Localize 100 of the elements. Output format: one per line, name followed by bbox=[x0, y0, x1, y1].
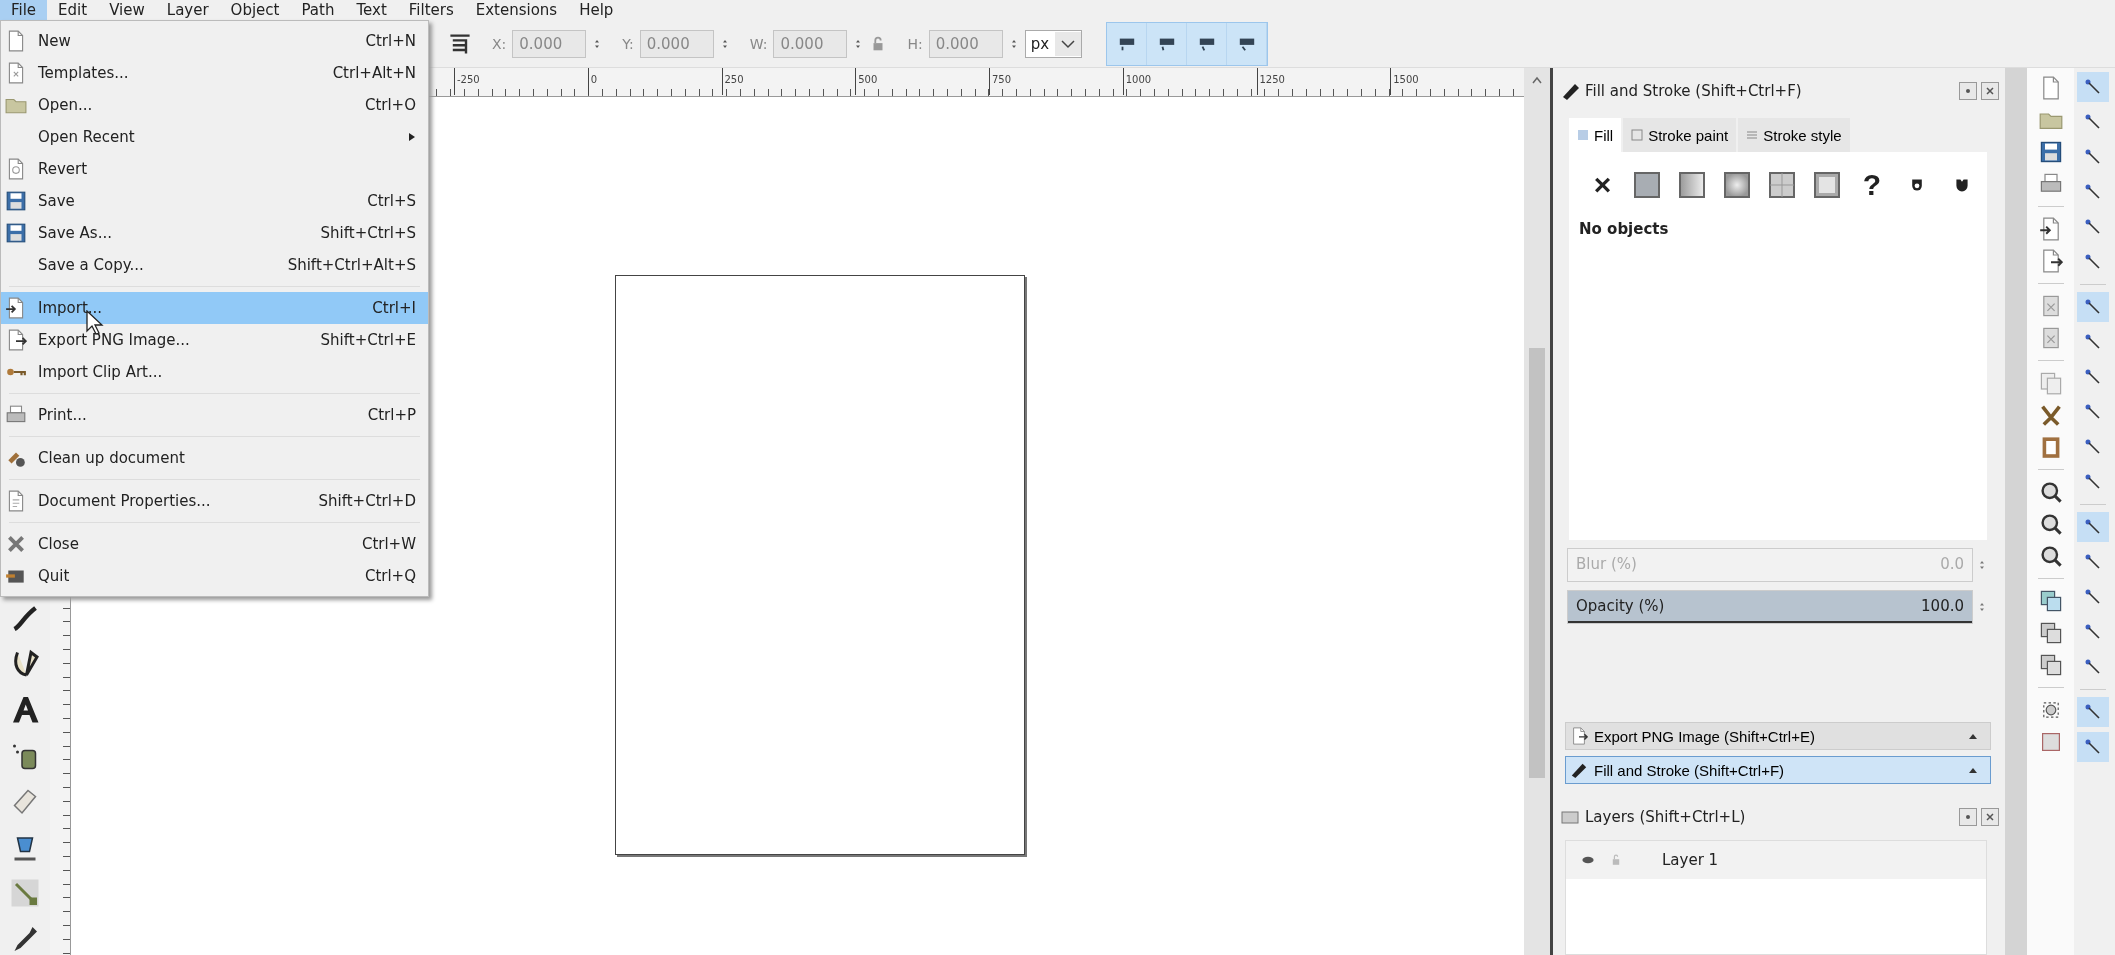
menu-item[interactable]: Quit Ctrl+Q bbox=[1, 560, 428, 592]
save-icon bbox=[5, 222, 27, 244]
dock-tab[interactable]: Export PNG Image (Shift+Ctrl+E) bbox=[1565, 722, 1991, 750]
transform-toggle-button[interactable] bbox=[1147, 22, 1188, 65]
menu-item[interactable]: Edit bbox=[47, 0, 99, 20]
transform-toggle-button[interactable] bbox=[1227, 22, 1268, 65]
menu-item[interactable]: Layer bbox=[155, 0, 220, 20]
menu-item[interactable]: File bbox=[0, 0, 48, 20]
menu-item[interactable]: Object bbox=[219, 0, 291, 20]
vertical-scrollbar[interactable] bbox=[1524, 68, 1550, 955]
scissors-icon[interactable] bbox=[2038, 403, 2063, 427]
iconify-button[interactable] bbox=[1959, 808, 1977, 826]
dock-scrollbar[interactable] bbox=[2005, 68, 2027, 955]
slider-value: 100.0 bbox=[1921, 597, 1964, 615]
close-icon bbox=[5, 533, 27, 555]
zoom-icon[interactable] bbox=[2038, 544, 2063, 568]
menu-item[interactable]: View bbox=[98, 0, 156, 20]
menu-item[interactable]: Save Ctrl+S bbox=[1, 185, 428, 217]
scrollbar-thumb[interactable] bbox=[1529, 348, 1545, 778]
menu-item[interactable]: Text bbox=[345, 0, 398, 20]
slider-label: Blur (%) bbox=[1576, 555, 1637, 573]
swatch-icon bbox=[1678, 171, 1707, 199]
square-icon bbox=[1577, 129, 1589, 141]
panel-tab[interactable]: Stroke style bbox=[1738, 118, 1850, 152]
panel-tab[interactable]: Stroke paint bbox=[1623, 118, 1737, 152]
lines-icon bbox=[1746, 129, 1759, 141]
menu-item[interactable]: Export PNG Image... Shift+Ctrl+E bbox=[1, 324, 428, 356]
close-icon bbox=[1985, 86, 1995, 96]
swatch-icon bbox=[1633, 171, 1662, 199]
pen-icon bbox=[1570, 761, 1588, 779]
menu-item[interactable]: Import... Ctrl+I bbox=[1, 292, 428, 324]
swatch-icon bbox=[1723, 171, 1752, 199]
menu-item[interactable]: Save As... Shift+Ctrl+S bbox=[1, 217, 428, 249]
menu-item[interactable]: Import Clip Art... bbox=[1, 356, 428, 388]
panel-tab[interactable]: Fill bbox=[1569, 118, 1622, 152]
chevron-down-icon bbox=[1055, 31, 1082, 56]
ruler-label: 750 bbox=[989, 68, 1123, 95]
panel-title: Fill and Stroke (Shift+Ctrl+F) bbox=[1585, 82, 1803, 100]
snap-toggle-button[interactable] bbox=[2077, 292, 2109, 322]
save-icon bbox=[5, 190, 27, 212]
clone-icon[interactable] bbox=[2038, 621, 2063, 645]
text-tool-icon[interactable] bbox=[10, 694, 40, 724]
field-label: Y: bbox=[622, 35, 634, 52]
ruler-label: 1250 bbox=[1256, 68, 1391, 95]
menu-item[interactable]: Save a Copy... Shift+Ctrl+Alt+S bbox=[1, 249, 428, 281]
clone-icon[interactable] bbox=[2038, 653, 2063, 677]
snap-toggle-button[interactable] bbox=[2077, 697, 2109, 727]
save-icon[interactable] bbox=[2038, 140, 2063, 164]
layer-name: Layer 1 bbox=[1662, 851, 1719, 869]
paint-type-button[interactable]: ? bbox=[1856, 168, 1888, 202]
menu-item[interactable]: Path bbox=[290, 0, 346, 20]
swatch-icon bbox=[1812, 171, 1841, 199]
dock-tab[interactable]: Fill and Stroke (Shift+Ctrl+F) bbox=[1565, 756, 1991, 784]
menu-item[interactable]: Open Recent bbox=[1, 121, 428, 153]
menu-item[interactable]: Clean up document bbox=[1, 442, 428, 474]
close-icon bbox=[1985, 812, 1995, 822]
fill-stroke-icon bbox=[1561, 81, 1581, 101]
slider[interactable]: Opacity (%) 100.0 bbox=[1567, 590, 1973, 624]
snap-toggle-button[interactable] bbox=[2077, 72, 2109, 102]
field-label: W: bbox=[749, 35, 768, 52]
triangle-up-icon bbox=[1968, 732, 1978, 740]
transform-toggle-button[interactable] bbox=[1107, 22, 1148, 65]
panel-title: Layers (Shift+Ctrl+L) bbox=[1585, 808, 1747, 826]
menu-item[interactable]: Close Ctrl+W bbox=[1, 528, 428, 560]
slider-value: 0.0 bbox=[1940, 555, 1964, 573]
ruler-label: 500 bbox=[855, 68, 989, 95]
menu-item[interactable]: Filters bbox=[397, 0, 465, 20]
unit-dropdown[interactable]: px bbox=[1024, 29, 1083, 58]
transform-toggle-button[interactable] bbox=[1187, 22, 1228, 65]
menu-item[interactable]: Document Properties... Shift+Ctrl+D bbox=[1, 485, 428, 517]
duplicate-icon[interactable] bbox=[2038, 589, 2063, 613]
menu-item[interactable]: Extensions bbox=[464, 0, 569, 20]
ruler-label: 1000 bbox=[1122, 68, 1257, 95]
slider-label: Opacity (%) bbox=[1576, 597, 1665, 615]
snap-toggle-button[interactable] bbox=[2077, 732, 2109, 762]
ruler-label: 250 bbox=[721, 68, 856, 95]
close-button[interactable] bbox=[1981, 82, 1999, 100]
zoom-icon[interactable] bbox=[2038, 512, 2063, 536]
field-label: X: bbox=[492, 35, 507, 52]
paint-type-button[interactable]: × bbox=[1587, 168, 1618, 202]
layer-row[interactable]: Layer 1 bbox=[1566, 841, 1986, 879]
menu-item[interactable]: New Ctrl+N bbox=[1, 25, 428, 57]
menu-item[interactable]: Templates... Ctrl+Alt+N bbox=[1, 57, 428, 89]
ruler-label: 0 bbox=[587, 68, 722, 95]
checkbox-icon bbox=[1631, 129, 1644, 141]
align-top-icon[interactable] bbox=[448, 31, 472, 56]
field-label: H: bbox=[907, 35, 923, 52]
export-icon bbox=[1570, 727, 1588, 745]
menu-item[interactable]: Print... Ctrl+P bbox=[1, 399, 428, 431]
gradient-tool-icon[interactable] bbox=[10, 878, 40, 908]
snap-toggle-button[interactable] bbox=[2077, 512, 2109, 542]
menu-item[interactable]: Help bbox=[568, 0, 625, 20]
status-text: No objects bbox=[1579, 220, 1670, 238]
zoom-icon[interactable] bbox=[2038, 480, 2063, 504]
close-button[interactable] bbox=[1981, 808, 1999, 826]
iconify-button[interactable] bbox=[1959, 82, 1977, 100]
menu-item[interactable]: Open... Ctrl+O bbox=[1, 89, 428, 121]
menu-item[interactable]: Revert bbox=[1, 153, 428, 185]
triangle-up-icon bbox=[1968, 766, 1978, 774]
shield-icon bbox=[1953, 177, 1970, 193]
